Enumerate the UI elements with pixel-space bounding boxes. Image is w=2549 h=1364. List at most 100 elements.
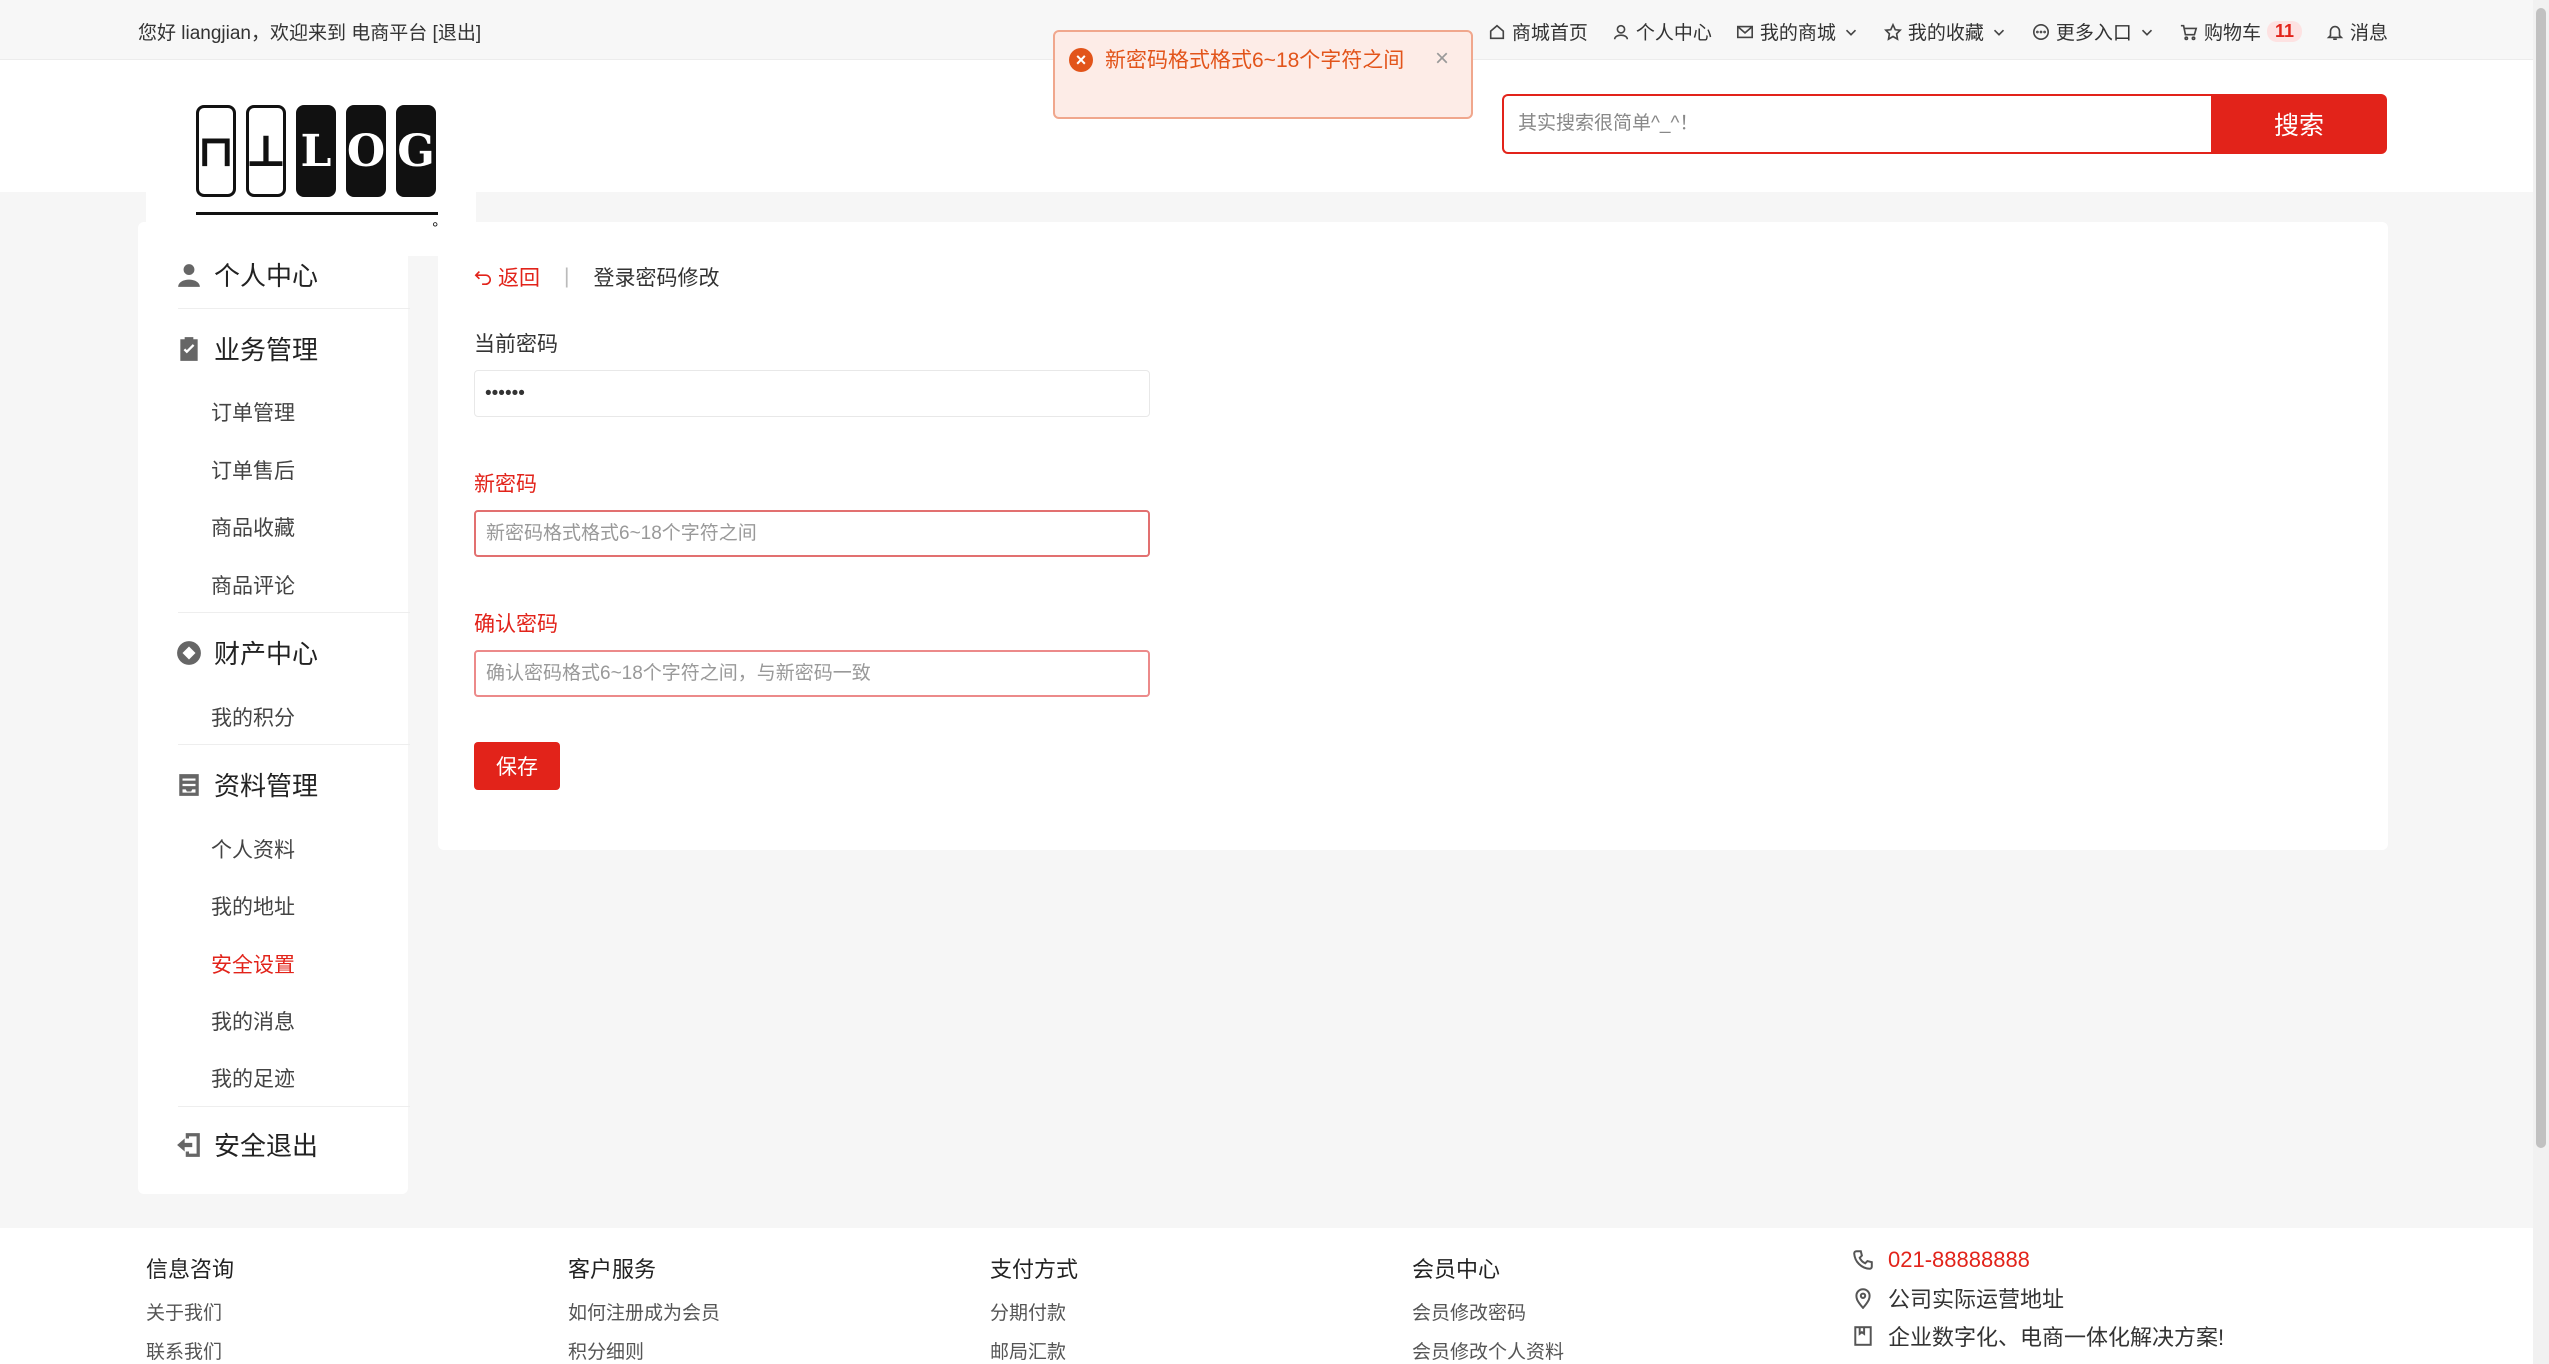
footer-link[interactable]: 会员修改密码	[1412, 1298, 1564, 1325]
sidebar-item-personal-info[interactable]: 个人资料	[211, 834, 295, 864]
scrollbar-thumb[interactable]	[2536, 8, 2546, 1148]
nav-favorites[interactable]: 我的收藏	[1883, 18, 2008, 45]
logo-tile: O	[346, 105, 386, 197]
footer-col-title: 支付方式	[990, 1257, 1079, 1282]
footer-phone-number: 021-88888888	[1888, 1247, 2030, 1272]
footer-link[interactable]: 会员修改个人资料	[1412, 1337, 1564, 1364]
user-icon	[178, 263, 200, 287]
sidebar-item-product-favorites[interactable]: 商品收藏	[211, 512, 295, 542]
sidebar-logout[interactable]: 安全退出	[176, 1126, 318, 1163]
nav-cart-label: 购物车	[2203, 23, 2261, 44]
logo-tile: ⊓	[196, 105, 236, 197]
footer-contact: 021-88888888 公司实际运营地址 企业数字化、电商一体化解决方案!	[1852, 1246, 2224, 1360]
more-icon	[2032, 23, 2049, 40]
cart-count-badge: 11	[2266, 21, 2302, 42]
search-button[interactable]: 搜索	[2211, 94, 2387, 154]
footer-link[interactable]: 分期付款	[990, 1298, 1078, 1325]
home-icon	[1489, 24, 1504, 39]
sidebar-item-after-sales[interactable]: 订单售后	[211, 455, 295, 485]
greeting-text: 您好 liangjian，欢迎来到 电商平台 [退出]	[138, 23, 482, 44]
confirm-password-field[interactable]	[474, 650, 1150, 697]
nav-messages[interactable]: 消息	[2326, 18, 2388, 45]
footer-col-title: 会员中心	[1412, 1257, 1501, 1282]
footer-col-service: 客户服务 如何注册成为会员 积分细则	[568, 1252, 720, 1364]
phone-icon	[1853, 1250, 1873, 1270]
sidebar-item-product-reviews[interactable]: 商品评论	[211, 570, 295, 600]
back-label: 返回	[498, 267, 540, 290]
footer-link[interactable]: 如何注册成为会员	[568, 1298, 720, 1325]
logo-tile: ⊥	[245, 105, 287, 197]
footer-col-title: 信息咨询	[146, 1257, 235, 1282]
close-icon[interactable]: ×	[1435, 42, 1449, 75]
footer-slogan: 企业数字化、电商一体化解决方案!	[1852, 1322, 2224, 1350]
inbox-icon	[179, 773, 199, 796]
nav-user-center-label: 个人中心	[1635, 23, 1712, 44]
sidebar-profile[interactable]: 资料管理	[176, 766, 318, 803]
sidebar-assets[interactable]: 财产中心	[176, 634, 318, 671]
logo-tile: L	[296, 105, 336, 197]
nav-home-label: 商城首页	[1511, 23, 1588, 44]
footer-col-title: 客户服务	[568, 1257, 657, 1282]
top-nav: 商城首页 个人中心 我的商城 我的收藏 更多入口 购物车 11 消息	[1488, 18, 2388, 45]
nav-messages-label: 消息	[2349, 23, 2388, 44]
nav-more[interactable]: 更多入口	[2032, 18, 2156, 45]
nav-home[interactable]: 商城首页	[1488, 18, 1588, 45]
sidebar-item-address[interactable]: 我的地址	[211, 891, 295, 921]
footer-link[interactable]: 邮局汇款	[990, 1337, 1078, 1364]
save-button[interactable]: 保存	[474, 742, 560, 790]
cart-icon	[2180, 24, 2198, 40]
clipboard-check-icon	[180, 336, 198, 361]
footer-slogan-text: 企业数字化、电商一体化解决方案!	[1888, 1325, 2225, 1350]
footer-address: 公司实际运营地址	[1852, 1284, 2224, 1312]
search-bar: 搜索	[1502, 94, 2387, 154]
sidebar-business[interactable]: 业务管理	[176, 330, 318, 367]
toast-message: 新密码格式格式6~18个字符之间	[1105, 49, 1405, 72]
logout-icon	[177, 1132, 200, 1157]
chevron-down-icon	[1993, 29, 2004, 36]
sidebar-item-footprints[interactable]: 我的足迹	[211, 1063, 295, 1093]
sidebar-business-label: 业务管理	[214, 335, 319, 365]
nav-more-label: 更多入口	[2055, 23, 2132, 44]
mail-icon	[1736, 25, 1753, 38]
back-link[interactable]: 返回	[474, 262, 540, 292]
password-form-panel: 返回 | 登录密码修改 当前密码 新密码 确认密码 保存	[438, 222, 2388, 850]
footer-link[interactable]: 积分细则	[568, 1337, 720, 1364]
bookmark-icon	[1854, 1326, 1872, 1346]
error-icon: ×	[1069, 48, 1093, 72]
footer-link[interactable]: 联系我们	[146, 1337, 234, 1364]
new-password-label: 新密码	[474, 473, 537, 496]
sidebar-item-points[interactable]: 我的积分	[211, 702, 295, 732]
new-password-field[interactable]	[474, 510, 1150, 557]
nav-favorites-label: 我的收藏	[1907, 23, 1984, 44]
breadcrumb-separator: |	[564, 265, 570, 288]
sidebar-assets-label: 财产中心	[214, 639, 319, 669]
sidebar-personal-center[interactable]: 个人中心	[176, 256, 318, 293]
nav-my-mall[interactable]: 我的商城	[1736, 18, 1860, 45]
current-password-field[interactable]	[474, 370, 1150, 417]
star-icon	[1883, 22, 1902, 41]
divider	[178, 744, 410, 745]
divider	[178, 1106, 410, 1107]
logo-tiles: ⊓ ⊥ L O G	[196, 105, 436, 197]
diamond-circle-icon	[177, 640, 201, 665]
search-input[interactable]	[1502, 94, 2211, 154]
footer-col-info: 信息咨询 关于我们 联系我们	[146, 1252, 234, 1364]
sidebar-personal-center-label: 个人中心	[214, 261, 319, 291]
sidebar-item-orders[interactable]: 订单管理	[211, 397, 295, 427]
location-icon	[1855, 1288, 1871, 1309]
error-toast: × 新密码格式格式6~18个字符之间 ×	[1053, 30, 1473, 119]
chevron-down-icon	[1845, 29, 1856, 36]
sidebar: 个人中心 业务管理 订单管理 订单售后 商品收藏 商品评论 财产中心 我的积分 …	[138, 222, 410, 1194]
sidebar-item-messages[interactable]: 我的消息	[211, 1006, 295, 1036]
sidebar-logout-label: 安全退出	[214, 1131, 319, 1161]
logo-underline	[196, 212, 438, 215]
nav-cart[interactable]: 购物车 11	[2180, 18, 2302, 45]
nav-user-center[interactable]: 个人中心	[1612, 18, 1712, 45]
page-scrollbar[interactable]	[2533, 0, 2549, 1364]
back-arrow-icon	[474, 271, 491, 286]
sidebar-item-security[interactable]: 安全设置	[211, 949, 295, 979]
nav-my-mall-label: 我的商城	[1759, 23, 1836, 44]
footer-link[interactable]: 关于我们	[146, 1298, 234, 1325]
footer: 信息咨询 关于我们 联系我们 客户服务 如何注册成为会员 积分细则 支付方式 分…	[0, 1228, 2533, 1364]
page-title: 登录密码修改	[593, 267, 720, 290]
